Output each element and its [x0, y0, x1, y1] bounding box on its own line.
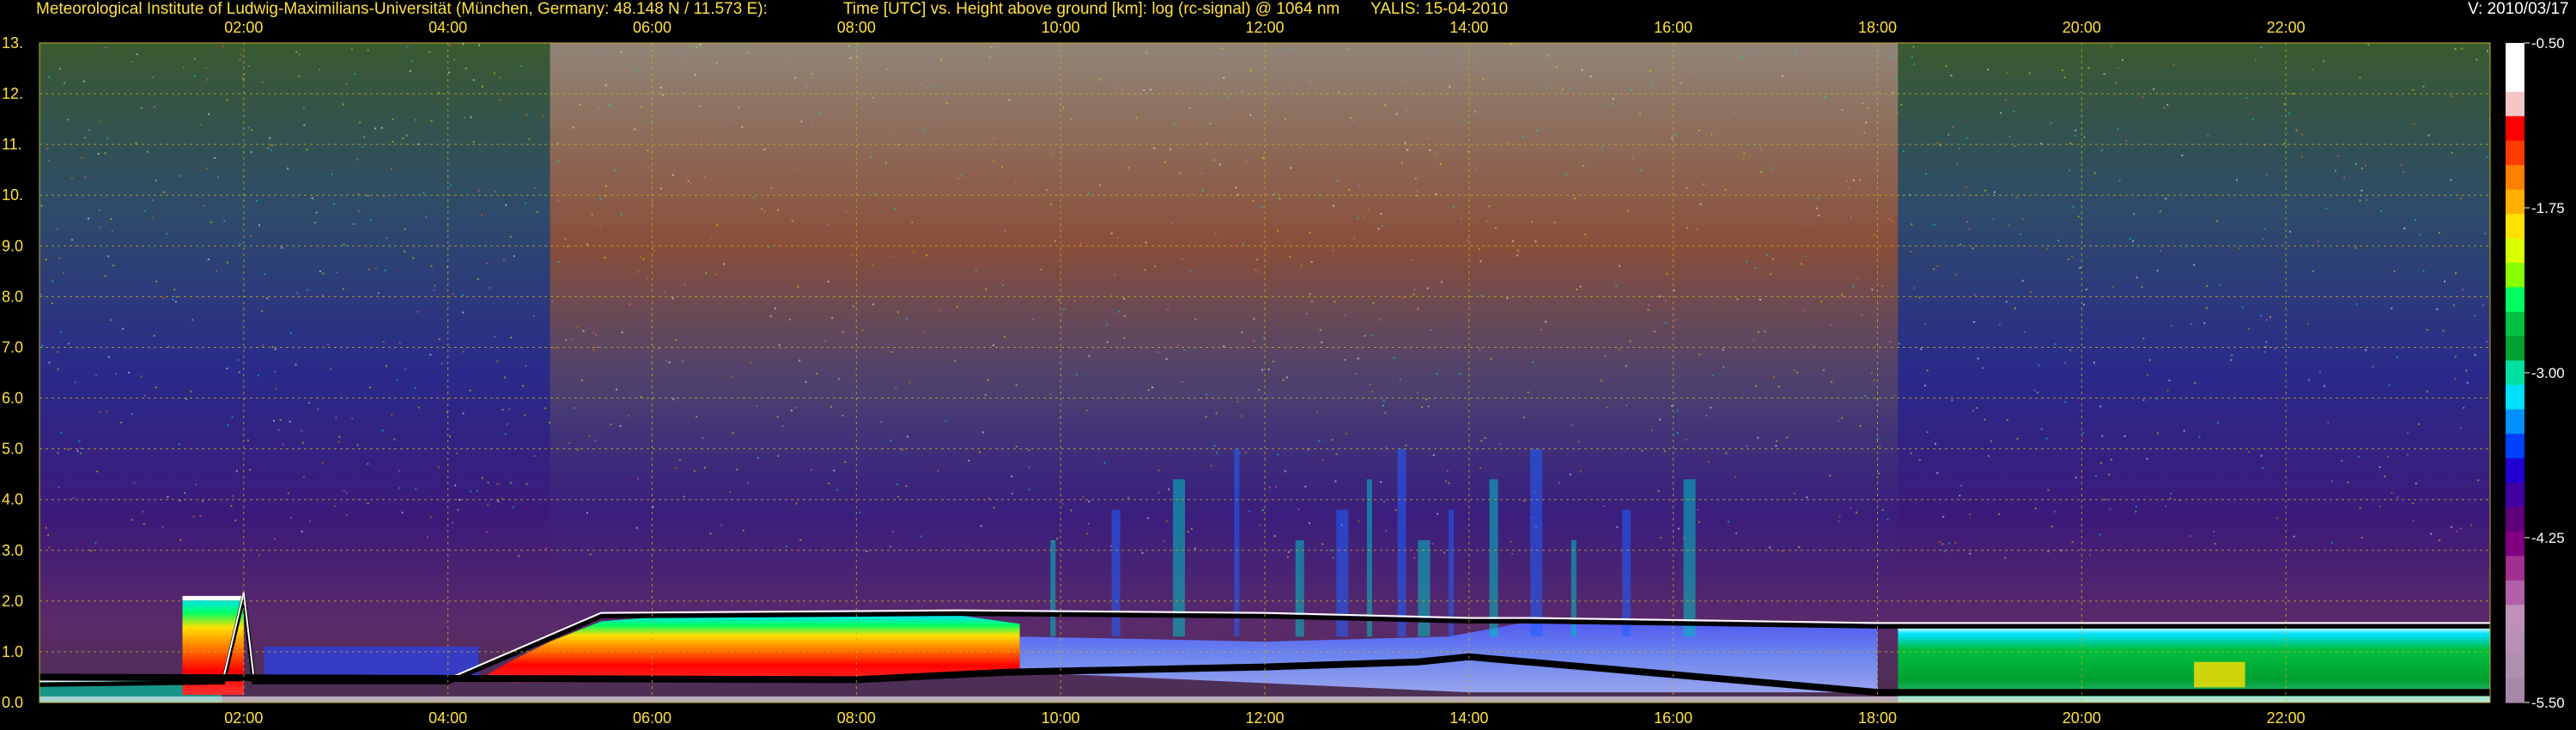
y-tick-label: 9.0: [2, 237, 23, 254]
x-tick-label-top: 04:00: [428, 19, 467, 36]
colorbar-swatch: [2506, 458, 2524, 484]
y-tick-label: 6.0: [2, 390, 23, 407]
colorbar-swatch: [2506, 140, 2524, 166]
colorbar-label: -0.50: [2531, 35, 2565, 52]
evening-aerosol-patch: [2194, 661, 2245, 688]
colorbar-swatch: [2506, 214, 2524, 240]
colorbar-swatch: [2506, 43, 2524, 68]
colorbar-swatch: [2506, 287, 2524, 313]
x-tick-label-top: 06:00: [633, 19, 671, 36]
y-tick-label: 0.0: [2, 694, 23, 711]
colorbar-swatch: [2506, 605, 2524, 630]
y-tick-label: 13.: [2, 34, 23, 52]
x-tick-label-top: 02:00: [224, 19, 263, 36]
colorbar-swatch: [2506, 360, 2524, 386]
x-tick-label-bottom: 16:00: [1654, 709, 1692, 727]
x-tick-label-bottom: 20:00: [2063, 709, 2101, 727]
colorbar-swatch: [2506, 531, 2524, 557]
colorbar-swatch: [2506, 434, 2524, 459]
colorbar: -0.50 -1.75 -3.00 -4.25 -5.50: [2506, 35, 2565, 711]
x-tick-label-top: 20:00: [2063, 19, 2101, 36]
x-tick-label-top: 16:00: [1654, 19, 1692, 36]
cloud-top-0140: [182, 595, 244, 600]
colorbar-swatch: [2506, 580, 2524, 605]
y-tick-label: 5.0: [2, 441, 23, 458]
colorbar-label: -5.50: [2531, 695, 2565, 711]
colorbar-swatch: [2506, 556, 2524, 581]
colorbar-label: -3.00: [2531, 365, 2565, 381]
colorbar-swatch: [2506, 165, 2524, 191]
y-tick-label: 10.: [2, 186, 23, 204]
colorbar-swatch: [2506, 678, 2524, 703]
colorbar-swatch: [2506, 263, 2524, 288]
x-tick-label-bottom: 22:00: [2267, 709, 2306, 727]
x-tick-label-bottom: 08:00: [837, 709, 876, 727]
x-tick-label-bottom: 18:00: [1858, 709, 1897, 727]
x-tick-label-bottom: 12:00: [1245, 709, 1284, 727]
colorbar-swatch: [2506, 336, 2524, 362]
x-tick-label-top: 18:00: [1858, 19, 1897, 36]
colorbar-label: -1.75: [2531, 200, 2565, 216]
x-tick-label-top: 14:00: [1449, 19, 1488, 36]
colorbar-swatch: [2506, 238, 2524, 264]
y-tick-label: 12.: [2, 85, 23, 102]
colorbar-swatch: [2506, 629, 2524, 654]
colorbar-swatch: [2506, 385, 2524, 411]
x-tick-label-bottom: 10:00: [1042, 709, 1080, 727]
colorbar-swatch: [2506, 507, 2524, 532]
colorbar-swatch: [2506, 67, 2524, 93]
x-tick-label-bottom: 14:00: [1449, 709, 1488, 727]
colorbar-swatch: [2506, 311, 2524, 337]
x-tick-label-top: 12:00: [1245, 19, 1284, 36]
x-tick-label-top: 10:00: [1042, 19, 1080, 36]
colorbar-swatch: [2506, 91, 2524, 117]
x-tick-label-bottom: 06:00: [633, 709, 671, 727]
colorbar-swatch: [2506, 189, 2524, 215]
y-axis-ticks: 0.0 1.0 2.0 3.0 4.0 5.0 6.0 7.0 8.0 9.0 10. 11. 12. 1…: [2, 34, 23, 711]
colorbar-swatch: [2506, 483, 2524, 508]
x-tick-label-top: 08:00: [837, 19, 876, 36]
y-tick-label: 2.0: [2, 593, 23, 610]
colorbar-swatch: [2506, 116, 2524, 142]
noise-region-daytime: [550, 43, 1899, 627]
colorbar-swatch: [2506, 409, 2524, 435]
y-tick-label: 4.0: [2, 491, 23, 508]
y-tick-label: 11.: [2, 136, 22, 153]
colorbar-label: -4.25: [2531, 530, 2565, 546]
lidar-heatmap-chart: 02:00 02:00 04:00 04:00 06:00 06:00 08:00 08:00…: [2, 19, 2565, 727]
y-tick-label: 1.0: [2, 643, 23, 660]
y-tick-label: 7.0: [2, 339, 23, 356]
x-tick-label-bottom: 02:00: [224, 709, 263, 727]
y-tick-label: 3.0: [2, 542, 23, 559]
y-tick-label: 8.0: [2, 288, 23, 305]
x-tick-label-top: 22:00: [2267, 19, 2306, 36]
x-tick-label-bottom: 04:00: [428, 709, 467, 727]
colorbar-swatch: [2506, 654, 2524, 679]
